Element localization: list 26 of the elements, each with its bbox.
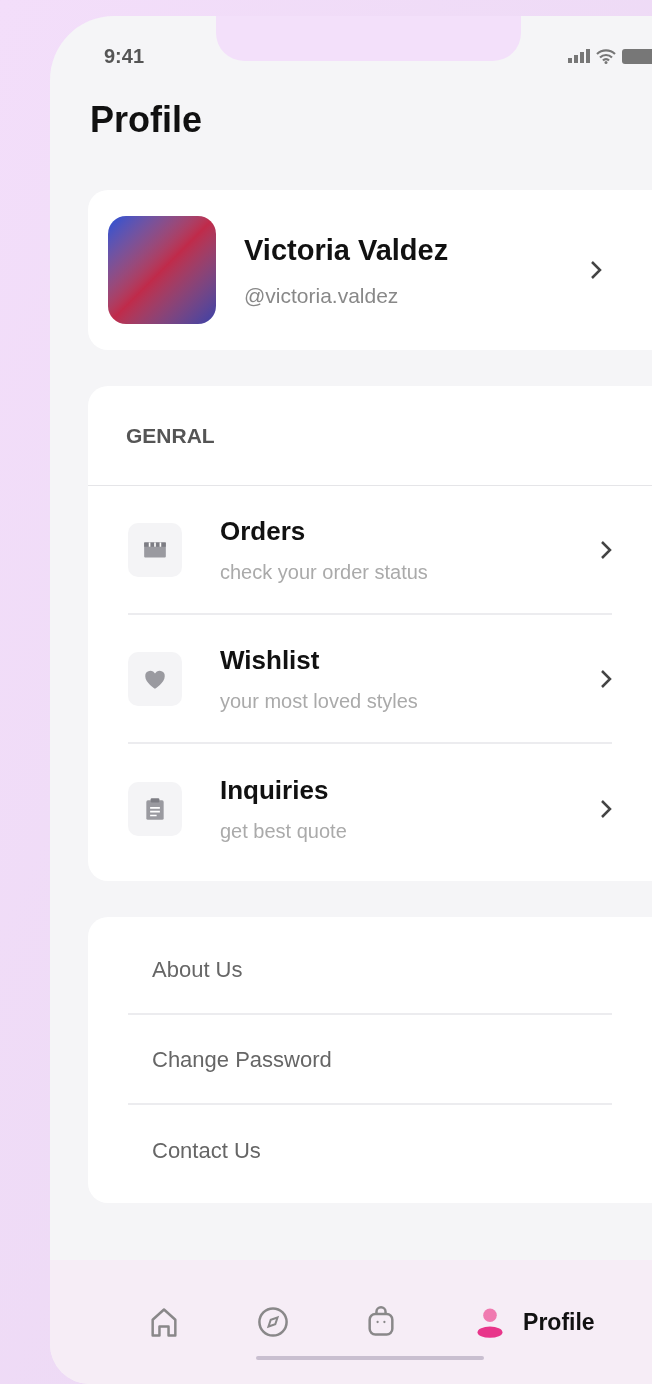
compass-icon [255,1305,290,1339]
item-title: Wishlist [220,644,321,677]
signal-icon [568,49,590,63]
item-subtitle: get best quote [220,819,348,844]
menu-link[interactable]: Contact Us [152,1133,261,1167]
menu-link[interactable]: About Us [152,952,243,986]
menu-item[interactable]: Inquiries get best quote [128,744,612,873]
status-time: 9:41 [104,44,145,69]
menu-link[interactable]: Change Password [152,1042,332,1076]
profile-name: Victoria Valdez [244,232,450,268]
item-subtitle: your most loved styles [220,689,419,714]
item-subtitle: check your order status [220,560,429,585]
page-title: Profile [89,102,204,138]
section-heading: GENRAL [126,422,215,449]
chevron-right-icon [600,668,612,689]
menu-item[interactable]: Orders check your order status [128,486,612,615]
menu-item[interactable]: Wishlist your most loved styles [128,615,612,744]
battery-icon [622,48,652,64]
wifi-icon [596,48,616,64]
item-title: Orders [220,515,307,548]
profile-handle: @victoria.valdez [244,283,400,309]
chevron-right-icon [600,539,612,560]
chevron-right-icon [590,260,602,280]
item-title: Inquiries [220,774,330,807]
profile-card[interactable]: Victoria Valdez @victoria.valdez [88,190,652,350]
chevron-right-icon [600,798,612,819]
